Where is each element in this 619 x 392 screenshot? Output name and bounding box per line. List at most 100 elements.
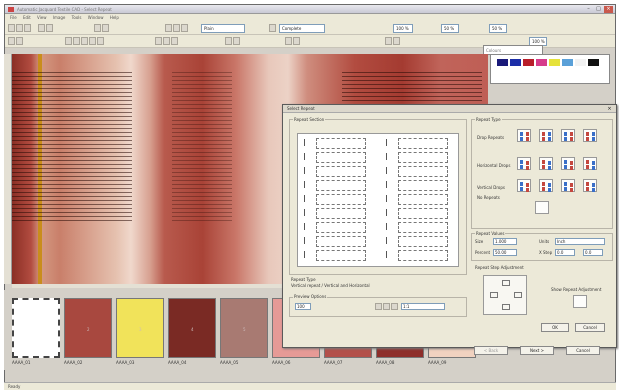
nudge-up-icon[interactable]	[502, 280, 510, 286]
open-file-icon[interactable]	[16, 24, 23, 32]
thumbnail[interactable]: 2	[64, 298, 112, 358]
grid-icon[interactable]	[165, 24, 172, 32]
repeat-type-option[interactable]	[561, 157, 575, 170]
repeat-type-option[interactable]	[539, 179, 553, 192]
move-tool-icon[interactable]	[16, 37, 23, 45]
brush-icon[interactable]	[73, 37, 80, 45]
nudge-down-icon[interactable]	[502, 304, 510, 310]
repeat-type-option[interactable]	[561, 129, 575, 142]
repeat-handle-icon[interactable]	[386, 153, 391, 160]
back-button[interactable]: < Back	[474, 346, 508, 355]
repeat-handle-icon[interactable]	[386, 209, 391, 216]
repeat-type-option[interactable]	[517, 179, 531, 192]
palette-swatch[interactable]	[497, 59, 508, 66]
fill-icon[interactable]	[81, 37, 88, 45]
rotate-icon[interactable]	[225, 37, 232, 45]
repeat-type-option[interactable]	[539, 129, 553, 142]
no-repeat-option[interactable]	[535, 201, 549, 214]
repeat-handle-icon[interactable]	[304, 167, 309, 174]
menu-tools[interactable]: Tools	[72, 14, 82, 22]
eyedropper-icon[interactable]	[89, 37, 96, 45]
repeat-handle-icon[interactable]	[304, 195, 309, 202]
repeat-handle-icon[interactable]	[386, 167, 391, 174]
nudge-left-icon[interactable]	[490, 292, 498, 298]
line-icon[interactable]	[97, 37, 104, 45]
thumbnail[interactable]: 3	[116, 298, 164, 358]
select-tool-icon[interactable]	[8, 37, 15, 45]
nudge-right-icon[interactable]	[514, 292, 522, 298]
show-adjustment-icon[interactable]	[573, 295, 587, 308]
percent-input[interactable]: 50.00	[493, 249, 517, 256]
repeat-handle-icon[interactable]	[386, 181, 391, 188]
zoom-select-2[interactable]: 50 %	[441, 24, 459, 33]
layer-select[interactable]: Complete	[279, 24, 325, 33]
undo-icon[interactable]	[94, 24, 101, 32]
cancel-button[interactable]: Cancel	[575, 323, 605, 332]
dialog-close-icon[interactable]: ×	[606, 106, 613, 112]
repeat-type-option[interactable]	[539, 157, 553, 170]
palette-swatch[interactable]	[562, 59, 573, 66]
menu-edit[interactable]: Edit	[23, 14, 31, 22]
thumbnail[interactable]: 4	[168, 298, 216, 358]
repeat-type-option[interactable]	[583, 157, 597, 170]
menu-view[interactable]: View	[37, 14, 47, 22]
wizard-cancel-button[interactable]: Cancel	[566, 346, 600, 355]
text-icon[interactable]	[171, 37, 178, 45]
menu-file[interactable]: File	[10, 14, 17, 22]
cross-icon[interactable]	[393, 37, 400, 45]
maximize-button[interactable]: □	[594, 6, 603, 13]
arrow-icon[interactable]	[385, 37, 392, 45]
repeat-handle-icon[interactable]	[386, 195, 391, 202]
flip-icon[interactable]	[233, 37, 240, 45]
next-button[interactable]: Next >	[520, 346, 554, 355]
thumbnail[interactable]	[12, 298, 60, 358]
repeat-handle-icon[interactable]	[386, 223, 391, 230]
repeat-type-option[interactable]	[517, 157, 531, 170]
repeat-grid[interactable]	[297, 133, 459, 267]
zoom-select-1[interactable]: 100 %	[393, 24, 413, 33]
size-input[interactable]: 1.000	[493, 238, 517, 245]
thumbnail[interactable]: 5	[220, 298, 268, 358]
hand-icon[interactable]	[181, 24, 188, 32]
zoom-icon[interactable]	[173, 24, 180, 32]
repeat-handle-icon[interactable]	[304, 251, 309, 258]
palette-swatch[interactable]	[575, 59, 586, 66]
menu-image[interactable]: Image	[53, 14, 66, 22]
layers-icon[interactable]	[269, 24, 276, 32]
ok-button[interactable]: OK	[541, 323, 569, 332]
save-icon[interactable]	[24, 24, 31, 32]
y-step-input[interactable]: 0.0	[583, 249, 603, 256]
close-button[interactable]: ×	[604, 6, 613, 13]
repeat-handle-icon[interactable]	[304, 209, 309, 216]
pencil-icon[interactable]	[65, 37, 72, 45]
menu-window[interactable]: Window	[88, 14, 104, 22]
repeat-type-option[interactable]	[583, 179, 597, 192]
preview-scale-select[interactable]: 1:1	[401, 303, 445, 310]
preview-zoom-input[interactable]: 100	[295, 303, 311, 310]
palette-swatch[interactable]	[588, 59, 599, 66]
repeat-handle-icon[interactable]	[304, 153, 309, 160]
palette-swatch[interactable]	[510, 59, 521, 66]
repeat-handle-icon[interactable]	[386, 251, 391, 258]
units-select[interactable]: Inch	[555, 238, 605, 245]
repeat-handle-icon[interactable]	[386, 139, 391, 146]
repeat-type-option[interactable]	[561, 179, 575, 192]
palette-swatch[interactable]	[549, 59, 560, 66]
x-step-input[interactable]: 0.0	[555, 249, 575, 256]
repeat-type-option[interactable]	[517, 129, 531, 142]
weave-icon[interactable]	[285, 37, 292, 45]
palette-swatch[interactable]	[523, 59, 534, 66]
preview-fit-icon[interactable]	[375, 303, 382, 310]
repeat-handle-icon[interactable]	[304, 181, 309, 188]
preview-icon[interactable]	[46, 24, 53, 32]
new-file-icon[interactable]	[8, 24, 15, 32]
mode-select[interactable]: Plain	[201, 24, 245, 33]
step-adjustment-pad[interactable]	[483, 275, 527, 315]
repeat-handle-icon[interactable]	[386, 237, 391, 244]
repeat-type-option[interactable]	[583, 129, 597, 142]
zoom-in-icon[interactable]	[383, 303, 390, 310]
repeat-handle-icon[interactable]	[304, 237, 309, 244]
zoom-out-icon[interactable]	[391, 303, 398, 310]
repeat-handle-icon[interactable]	[304, 223, 309, 230]
zoom-select-3[interactable]: 50 %	[489, 24, 507, 33]
